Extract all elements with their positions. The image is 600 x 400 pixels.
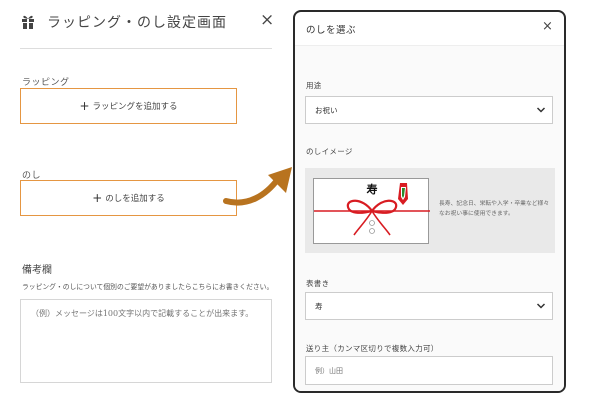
add-noshi-button[interactable]: + のしを追加する xyxy=(20,180,237,216)
sender-label: 送り主（カンマ区切りで複数入力可） xyxy=(306,344,439,353)
noshi-image-label: のしイメージ xyxy=(306,147,353,156)
omotegaki-value: 寿 xyxy=(315,301,323,311)
noshi-image-box: 寿 長寿、記念日、栄転や入学・卒業など様々なお祝い事に使用できます。 xyxy=(305,168,555,253)
divider xyxy=(20,48,272,49)
gift-icon xyxy=(22,15,34,29)
omotegaki-select[interactable]: 寿 xyxy=(305,292,553,320)
notes-title: 備考欄 xyxy=(22,265,52,276)
plus-icon: + xyxy=(92,191,103,205)
arrow-right-icon xyxy=(223,167,292,206)
purpose-label: 用途 xyxy=(306,81,322,90)
chevron-down-icon xyxy=(536,107,546,113)
plus-icon: + xyxy=(79,99,90,113)
modal-body: 用途 お祝い のしイメージ 寿 長寿、記念日、栄転や入学・卒業など様々なお祝い事… xyxy=(295,46,564,391)
noshi-description: 長寿、記念日、栄転や入学・卒業など様々なお祝い事に使用できます。 xyxy=(439,201,550,217)
wrapping-section-label: ラッピング xyxy=(22,78,70,88)
noshi-illustration: 寿 xyxy=(314,182,430,236)
noshi-select-modal: のしを選ぶ × 用途 お祝い のしイメージ 寿 長寿、記念日、栄転や入学・卒業な… xyxy=(293,10,566,393)
notes-description: ラッピング・のしについて個別のご要望がありましたらこちらにお書きください。 xyxy=(22,283,274,291)
modal-title: のしを選ぶ xyxy=(306,25,357,36)
close-button[interactable]: × xyxy=(260,10,274,30)
chevron-down-icon xyxy=(536,303,546,309)
add-wrapping-label: ラッピングを追加する xyxy=(92,102,178,112)
noshi-image: 寿 xyxy=(313,178,430,244)
omotegaki-label: 表書き xyxy=(306,279,330,288)
purpose-select[interactable]: お祝い xyxy=(305,96,553,124)
purpose-value: お祝い xyxy=(315,105,338,115)
modal-header: のしを選ぶ × xyxy=(295,12,564,46)
notes-textarea[interactable] xyxy=(20,299,272,383)
panel-title: ラッピング・のし設定画面 xyxy=(47,15,227,31)
modal-close-button[interactable]: × xyxy=(542,19,553,34)
noshi-character: 寿 xyxy=(367,182,378,196)
add-noshi-label: のしを追加する xyxy=(105,194,165,204)
sender-input[interactable] xyxy=(305,356,553,385)
add-wrapping-button[interactable]: + ラッピングを追加する xyxy=(20,88,237,124)
